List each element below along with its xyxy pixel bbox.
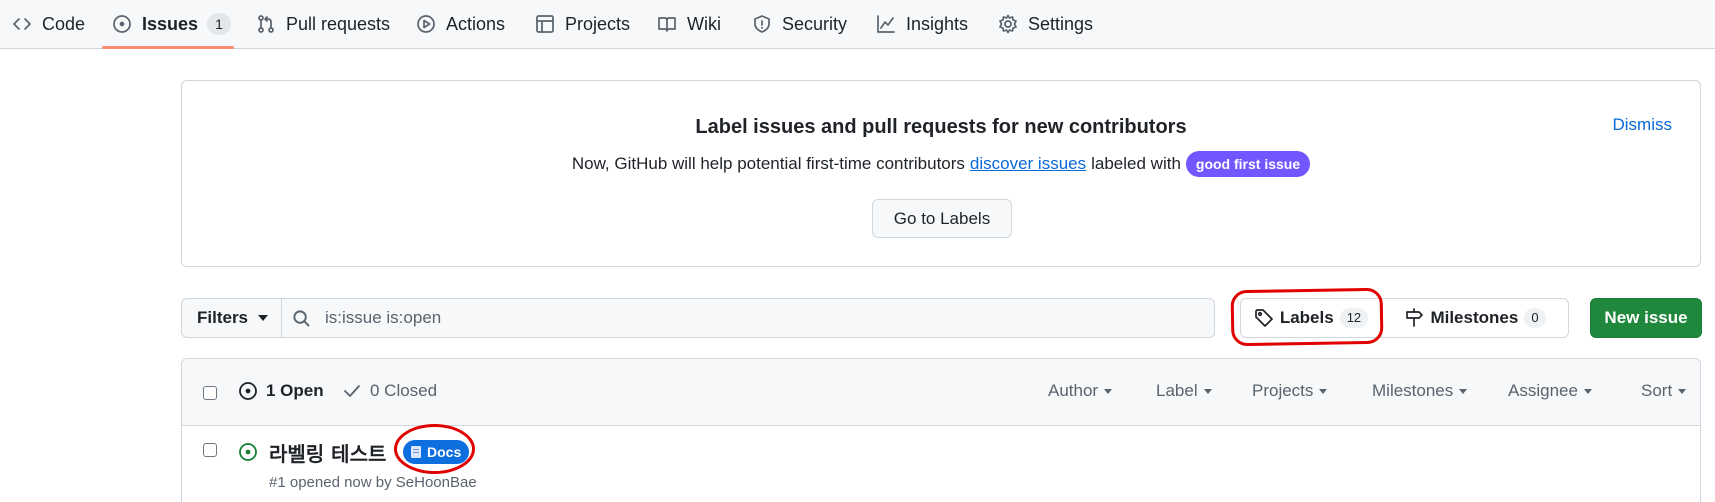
filters-button[interactable]: Filters [181,298,281,338]
good-first-issue-label: good first issue [1185,151,1311,177]
author-filter-label: Author [1048,381,1099,400]
issue-label-text: Docs [427,444,462,460]
closed-count-label: 0 Closed [370,381,438,400]
tab-issues[interactable]: Issues 1 [112,0,232,48]
chevron-down-icon [1678,388,1687,394]
tab-actions-label: Actions [446,13,506,34]
repo-navigation: Code Issues 1 Pull requests Actions Proj… [0,0,1715,49]
sort-menu[interactable]: Sort [1641,381,1687,401]
tab-security[interactable]: Security [752,0,847,48]
tab-wiki-label: Wiki [687,13,721,34]
chevron-down-icon [1459,388,1468,394]
banner-text: Now, GitHub will help potential first-ti… [182,151,1700,177]
milestones-label: Milestones [1430,308,1519,327]
select-all-checkbox[interactable] [203,386,217,400]
issue-opened-icon [113,15,131,33]
issues-count-badge: 1 [207,13,232,35]
shield-icon [754,15,770,33]
chevron-down-icon [1104,388,1113,394]
tab-pull-requests-label: Pull requests [286,13,391,34]
issue-meta-prefix: #1 opened now by [269,474,392,491]
label-filter[interactable]: Label [1156,381,1212,401]
discover-issues-link[interactable]: discover issues [970,154,1086,174]
tab-projects[interactable]: Projects [535,0,630,48]
search-input[interactable] [325,308,1205,328]
graph-icon [877,15,895,33]
chevron-down-icon [1319,388,1328,394]
issue-checkbox[interactable] [203,443,217,457]
tab-actions[interactable]: Actions [416,0,505,48]
issue-meta: #1 opened now by SeHoonBae [269,474,477,491]
issue-author-link[interactable]: SeHoonBae [396,474,477,491]
assignee-filter-label: Assignee [1508,381,1578,400]
tab-security-label: Security [782,13,848,34]
issue-title-link[interactable]: 라벨링 테스트 [269,438,386,467]
git-pull-request-icon [258,15,274,33]
dismiss-button[interactable]: Dismiss [1613,115,1673,135]
chevron-down-icon [1203,388,1212,394]
issues-list: 1 Open 0 Closed Author Label Projects Mi… [181,358,1701,502]
banner-title: Label issues and pull requests for new c… [695,116,1187,138]
table-icon [536,15,554,33]
milestones-filter[interactable]: Milestones [1372,381,1468,401]
page-icon [411,446,421,458]
projects-filter[interactable]: Projects [1252,381,1328,401]
chevron-down-icon [1583,388,1592,394]
label-filter-label: Label [1156,381,1198,400]
assignee-filter[interactable]: Assignee [1508,381,1592,401]
search-icon [293,309,310,327]
issues-list-header: 1 Open 0 Closed Author Label Projects Mi… [182,359,1700,426]
sort-menu-label: Sort [1641,381,1673,400]
tab-settings[interactable]: Settings [998,0,1093,48]
new-issue-button[interactable]: New issue [1590,298,1702,338]
code-icon [13,18,31,30]
milestone-icon [1406,308,1424,327]
labels-count-badge: 12 [1339,308,1369,328]
milestones-button[interactable]: Milestones 0 [1382,298,1569,338]
book-icon [658,17,676,32]
tab-insights[interactable]: Insights [876,0,968,48]
labels-label: Labels [1279,308,1334,327]
milestones-filter-label: Milestones [1372,381,1454,400]
banner-text-after: labeled with [1091,154,1181,173]
milestones-count-badge: 0 [1524,308,1546,328]
tab-code[interactable]: Code [12,0,85,48]
tab-settings-label: Settings [1028,13,1094,34]
chevron-down-icon [258,315,269,321]
filters-label: Filters [197,308,249,327]
tab-issues-label: Issues [142,13,199,34]
projects-filter-label: Projects [1252,381,1314,400]
closed-issues-filter[interactable]: 0 Closed [342,381,437,401]
search-box[interactable] [281,298,1215,338]
tab-code-label: Code [42,13,86,34]
gear-icon [999,14,1017,34]
issue-opened-icon [239,382,257,400]
banner-text-before: Now, GitHub will help potential first-ti… [571,154,965,173]
issue-label-docs[interactable]: Docs [403,440,470,464]
labels-button[interactable]: Labels 12 [1240,298,1382,338]
open-count-label: 1 Open [266,381,324,400]
check-icon [344,385,360,397]
issue-opened-icon [239,443,257,461]
tab-pull-requests[interactable]: Pull requests [256,0,390,48]
go-to-labels-button[interactable]: Go to Labels [872,199,1012,238]
tag-icon [1254,309,1273,327]
issue-row[interactable]: 라벨링 테스트 Docs #1 opened now by SeHoonBae [182,426,1700,502]
tab-projects-label: Projects [565,13,631,34]
tab-wiki[interactable]: Wiki [657,0,721,48]
tab-insights-label: Insights [906,13,969,34]
selected-tab-indicator [102,46,234,49]
open-issues-filter[interactable]: 1 Open [238,381,324,401]
new-contributors-banner: Label issues and pull requests for new c… [181,80,1701,267]
author-filter[interactable]: Author [1048,381,1113,401]
play-icon [417,15,435,33]
